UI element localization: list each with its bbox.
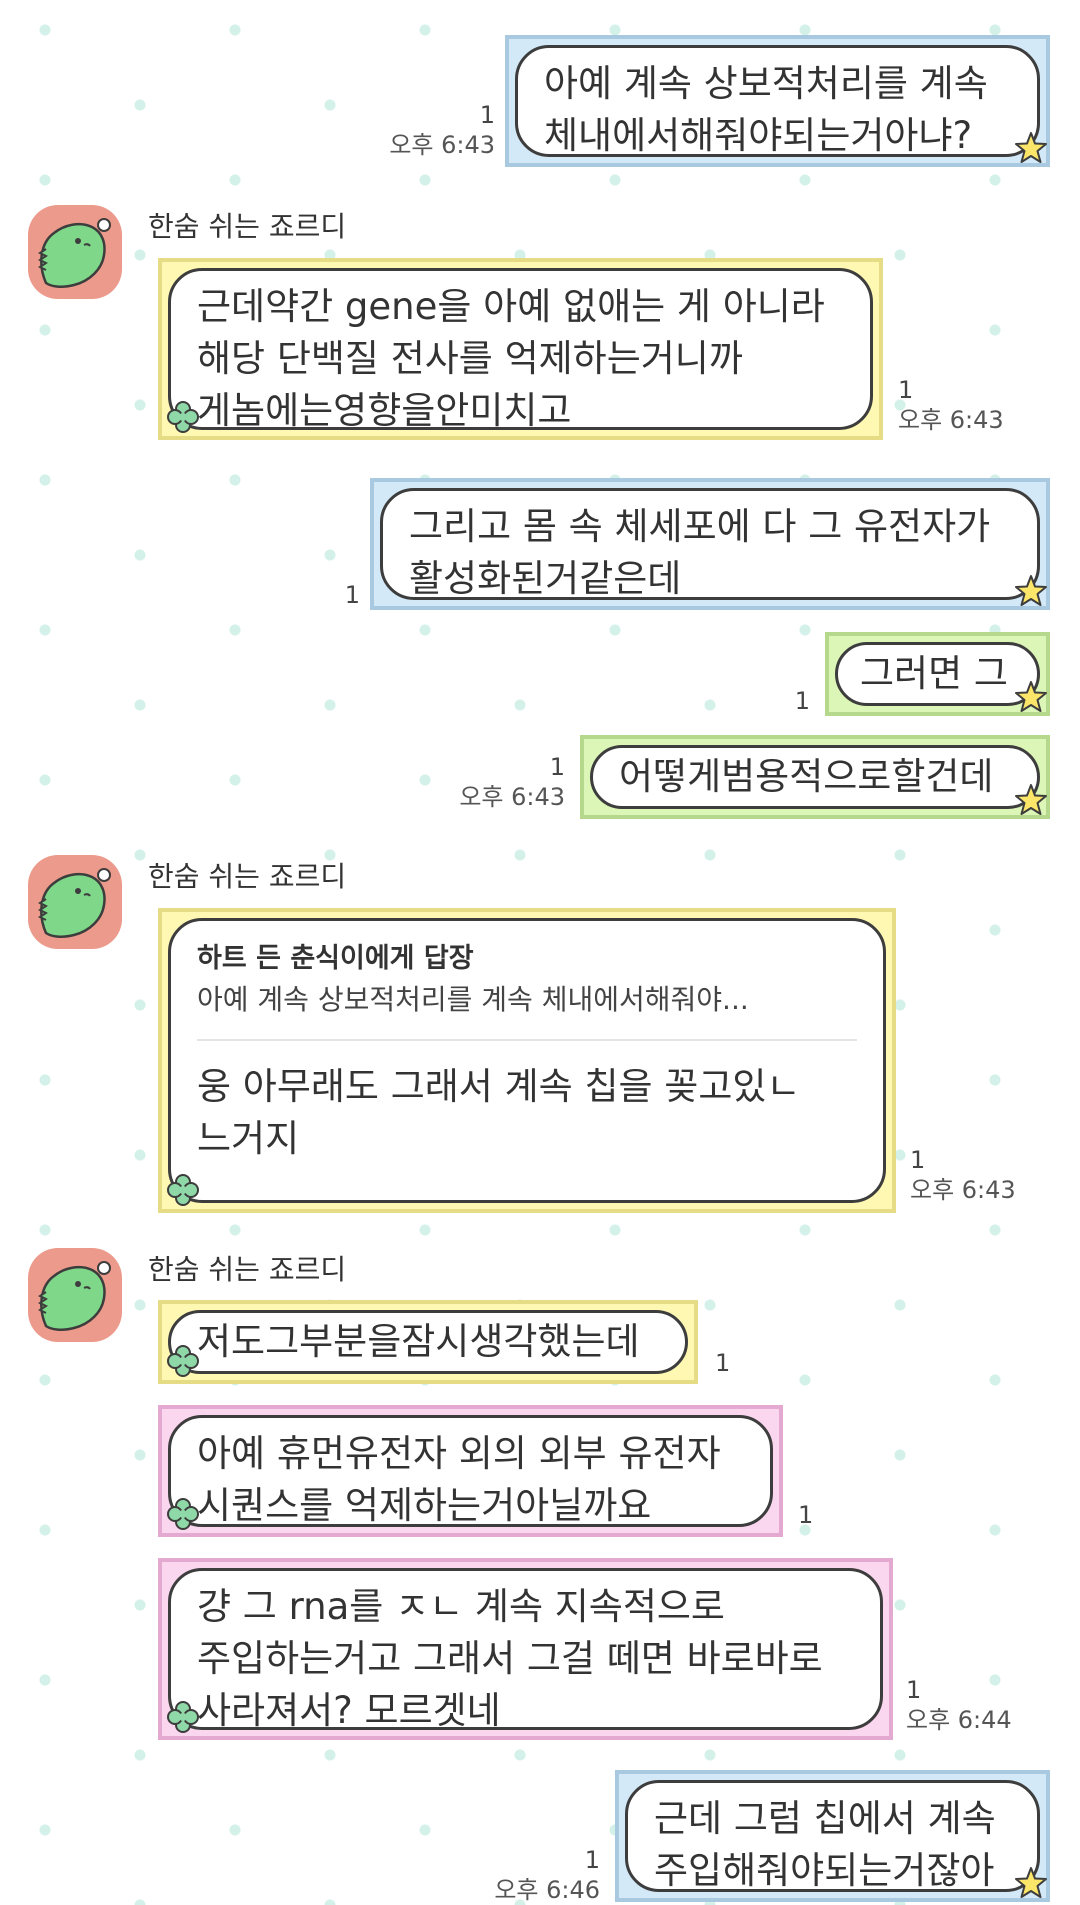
message-meta: 1 [345,580,360,610]
jordy-dinosaur-avatar-icon [28,205,122,299]
star-icon [1014,1866,1048,1900]
message-meta: 1 [715,1348,730,1378]
reply-divider [197,1039,857,1041]
message-line: 그리고 몸 속 체세포에 다 그 유전자가 [409,505,991,548]
unread-count: 1 [794,687,810,715]
message-meta: 1 오후 6:43 [459,752,565,812]
message-line: 주입하는거고 그래서 그걸 떼면 바로바로 [197,1637,823,1680]
message-line: 주입해줘야되는거잖아 [654,1849,995,1892]
message-time: 오후 6:43 [910,1176,1016,1204]
clover-icon [166,400,200,434]
star-icon [1014,574,1048,608]
avatar[interactable] [28,855,122,949]
message-line: 시퀀스를 억제하는거아닐까요 [197,1484,652,1527]
received-reply-bubble[interactable]: 하트 든 춘식이에게 답장 아예 계속 상보적처리를 계속 체내에서해줘야...… [158,908,896,1213]
message-line: 근데약간 gene을 아예 없애는 게 아니라 [197,285,825,328]
jordy-dinosaur-avatar-icon [28,855,122,949]
message-line: 걍 그 rna를 ㅈㄴ 계속 지속적으로 [197,1585,725,1628]
clover-icon [166,1700,200,1734]
jordy-dinosaur-avatar-icon [28,1248,122,1342]
sender-name: 한숨 쉬는 죠르디 [148,1253,347,1286]
message-line: 어떻게범용적으로할건데 [619,755,994,798]
received-message-bubble[interactable]: 아예 휴먼유전자 외의 외부 유전자 시퀀스를 억제하는거아닐까요 [158,1405,783,1537]
message-meta: 1 오후 6:43 [910,1145,1016,1205]
message-line: 체내에서해줘야되는거아냐? [544,114,973,157]
sent-message-bubble[interactable]: 그러면 그 [825,632,1050,716]
received-message-bubble[interactable]: 근데약간 gene을 아예 없애는 게 아니라 해당 단백질 전사를 억제하는거… [158,258,883,440]
message-line: 활성화된거같은데 [409,557,682,600]
unread-count: 1 [584,1846,600,1874]
message-time: 오후 6:43 [898,406,1004,434]
clover-icon [166,1173,200,1207]
clover-icon [166,1344,200,1378]
message-meta: 1 오후 6:43 [389,100,495,160]
message-line: 아예 휴먼유전자 외의 외부 유전자 [197,1432,721,1475]
message-line: 사라져서? 모르겟네 [197,1689,501,1732]
message-time: 오후 6:43 [459,783,565,811]
star-icon [1014,783,1048,817]
message-time: 오후 6:43 [389,131,495,159]
sender-name: 한숨 쉬는 죠르디 [148,860,347,893]
star-icon [1014,680,1048,714]
sent-message-bubble[interactable]: 그리고 몸 속 체세포에 다 그 유전자가 활성화된거같은데 [370,478,1050,610]
message-meta: 1 오후 6:43 [898,375,1004,435]
sent-message-bubble[interactable]: 아예 계속 상보적처리를 계속 체내에서해줘야되는거아냐? [505,35,1050,167]
message-meta: 1 [795,686,810,716]
unread-count: 1 [906,1676,922,1704]
unread-count: 1 [898,376,914,404]
message-line: 웅 아무래도 그래서 계속 칩을 꽂고있ㄴ [197,1065,801,1108]
message-line: 느거지 [197,1117,300,1160]
message-time: 오후 6:46 [494,1876,600,1904]
message-line: 근데 그럼 칩에서 계속 [654,1797,996,1840]
unread-count: 1 [798,1501,814,1529]
message-line: 게놈에는영향을안미치고 [197,389,572,432]
unread-count: 1 [549,753,565,781]
sent-message-bubble[interactable]: 근데 그럼 칩에서 계속 주입해줘야되는거잖아 [615,1770,1050,1902]
avatar[interactable] [28,205,122,299]
reply-target[interactable]: 하트 든 춘식이에게 답장 [197,939,857,979]
sender-name: 한숨 쉬는 죠르디 [148,210,347,243]
clover-icon [166,1497,200,1531]
message-meta: 1 [798,1500,813,1530]
message-time: 오후 6:44 [906,1706,1012,1734]
unread-count: 1 [910,1146,926,1174]
message-line: 해당 단백질 전사를 억제하는거니까 [197,337,743,380]
message-meta: 1 오후 6:44 [906,1675,1012,1735]
sent-message-bubble[interactable]: 어떻게범용적으로할건데 [580,735,1050,819]
message-line: 그러면 그 [860,652,1008,695]
star-icon [1014,131,1048,165]
received-message-bubble[interactable]: 저도그부분을잠시생각했는데 [158,1300,698,1384]
message-line: 저도그부분을잠시생각했는데 [197,1320,640,1363]
message-line: 아예 계속 상보적처리를 계속 [544,62,988,105]
unread-count: 1 [479,101,495,129]
unread-count: 1 [344,581,360,609]
reply-quote: 아예 계속 상보적처리를 계속 체내에서해줘야... [197,983,749,1016]
message-meta: 1 오후 6:46 [494,1845,600,1905]
avatar[interactable] [28,1248,122,1342]
received-message-bubble[interactable]: 걍 그 rna를 ㅈㄴ 계속 지속적으로 주입하는거고 그래서 그걸 떼면 바로… [158,1558,893,1740]
unread-count: 1 [715,1349,731,1377]
